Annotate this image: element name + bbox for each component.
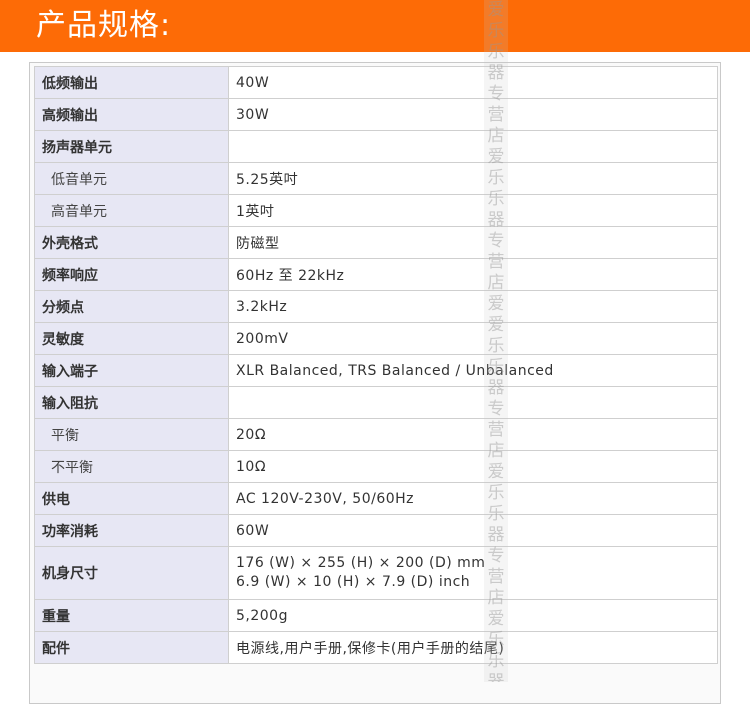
spec-label: 输入阻抗 (34, 386, 229, 419)
spec-label: 重量 (34, 599, 229, 632)
spec-value: 1英吋 (228, 194, 718, 227)
spec-value-line: 176 (W) × 255 (H) × 200 (D) mm (236, 555, 486, 571)
spec-label: 分频点 (34, 290, 229, 323)
table-row: 输入阻抗 (34, 386, 718, 419)
spec-label: 配件 (34, 631, 229, 664)
spec-value: 20Ω (228, 418, 718, 451)
spec-label: 高频输出 (34, 98, 229, 131)
spec-label: 机身尺寸 (34, 546, 229, 600)
table-row: 重量 5,200g (34, 599, 718, 632)
spec-label: 不平衡 (34, 450, 229, 483)
spec-label: 频率响应 (34, 258, 229, 291)
table-row: 灵敏度 200mV (34, 322, 718, 355)
spec-label: 供电 (34, 482, 229, 515)
spec-value: 10Ω (228, 450, 718, 483)
spec-label: 平衡 (34, 418, 229, 451)
spec-value: 40W (228, 66, 718, 99)
spec-value: 防磁型 (228, 226, 718, 259)
table-row: 平衡 20Ω (34, 418, 718, 451)
table-row: 高频输出 30W (34, 98, 718, 131)
spec-label: 灵敏度 (34, 322, 229, 355)
spec-value: 3.2kHz (228, 290, 718, 323)
header-bar: 产品规格: (0, 0, 750, 52)
table-row: 频率响应 60Hz 至 22kHz (34, 258, 718, 291)
spec-value (228, 386, 718, 419)
table-row: 低音单元 5.25英吋 (34, 162, 718, 195)
spec-label: 功率消耗 (34, 514, 229, 547)
spec-label: 高音单元 (34, 194, 229, 227)
spec-label: 低频输出 (34, 66, 229, 99)
spec-value: 200mV (228, 322, 718, 355)
table-row: 功率消耗 60W (34, 514, 718, 547)
spec-value: XLR Balanced, TRS Balanced / Unbalanced (228, 354, 718, 387)
spec-value-line: 6.9 (W) × 10 (H) × 7.9 (D) inch (236, 574, 471, 590)
spec-label: 外壳格式 (34, 226, 229, 259)
spec-label: 输入端子 (34, 354, 229, 387)
spec-value: 5,200g (228, 599, 718, 632)
spec-value: 60W (228, 514, 718, 547)
spec-label: 低音单元 (34, 162, 229, 195)
spec-value: 5.25英吋 (228, 162, 718, 195)
table-row: 外壳格式 防磁型 (34, 226, 718, 259)
spec-value (228, 130, 718, 163)
spec-label: 扬声器单元 (34, 130, 229, 163)
page-title: 产品规格: (36, 8, 172, 43)
table-row: 机身尺寸 176 (W) × 255 (H) × 200 (D) mm 6.9 (W… (34, 546, 718, 600)
table-row: 低频输出 40W (34, 66, 718, 99)
table-row: 扬声器单元 (34, 130, 718, 163)
spec-value: 176 (W) × 255 (H) × 200 (D) mm 6.9 (W) × … (228, 546, 718, 600)
spec-table: 低频输出 40W 高频输出 30W 扬声器单元 低音单元 5.25英吋 高音单元 1英吋 外壳格式… (34, 66, 718, 664)
table-row: 供电 AC 120V-230V, 50/60Hz (34, 482, 718, 515)
spec-value: 60Hz 至 22kHz (228, 258, 718, 291)
spec-value: 电源线,用户手册,保修卡(用户手册的结尾) (228, 631, 718, 664)
table-row: 配件 电源线,用户手册,保修卡(用户手册的结尾) (34, 631, 718, 664)
spec-value: AC 120V-230V, 50/60Hz (228, 482, 718, 515)
table-row: 不平衡 10Ω (34, 450, 718, 483)
spec-value: 30W (228, 98, 718, 131)
table-row: 分频点 3.2kHz (34, 290, 718, 323)
table-row: 高音单元 1英吋 (34, 194, 718, 227)
table-row: 输入端子 XLR Balanced, TRS Balanced / Unbalan… (34, 354, 718, 387)
